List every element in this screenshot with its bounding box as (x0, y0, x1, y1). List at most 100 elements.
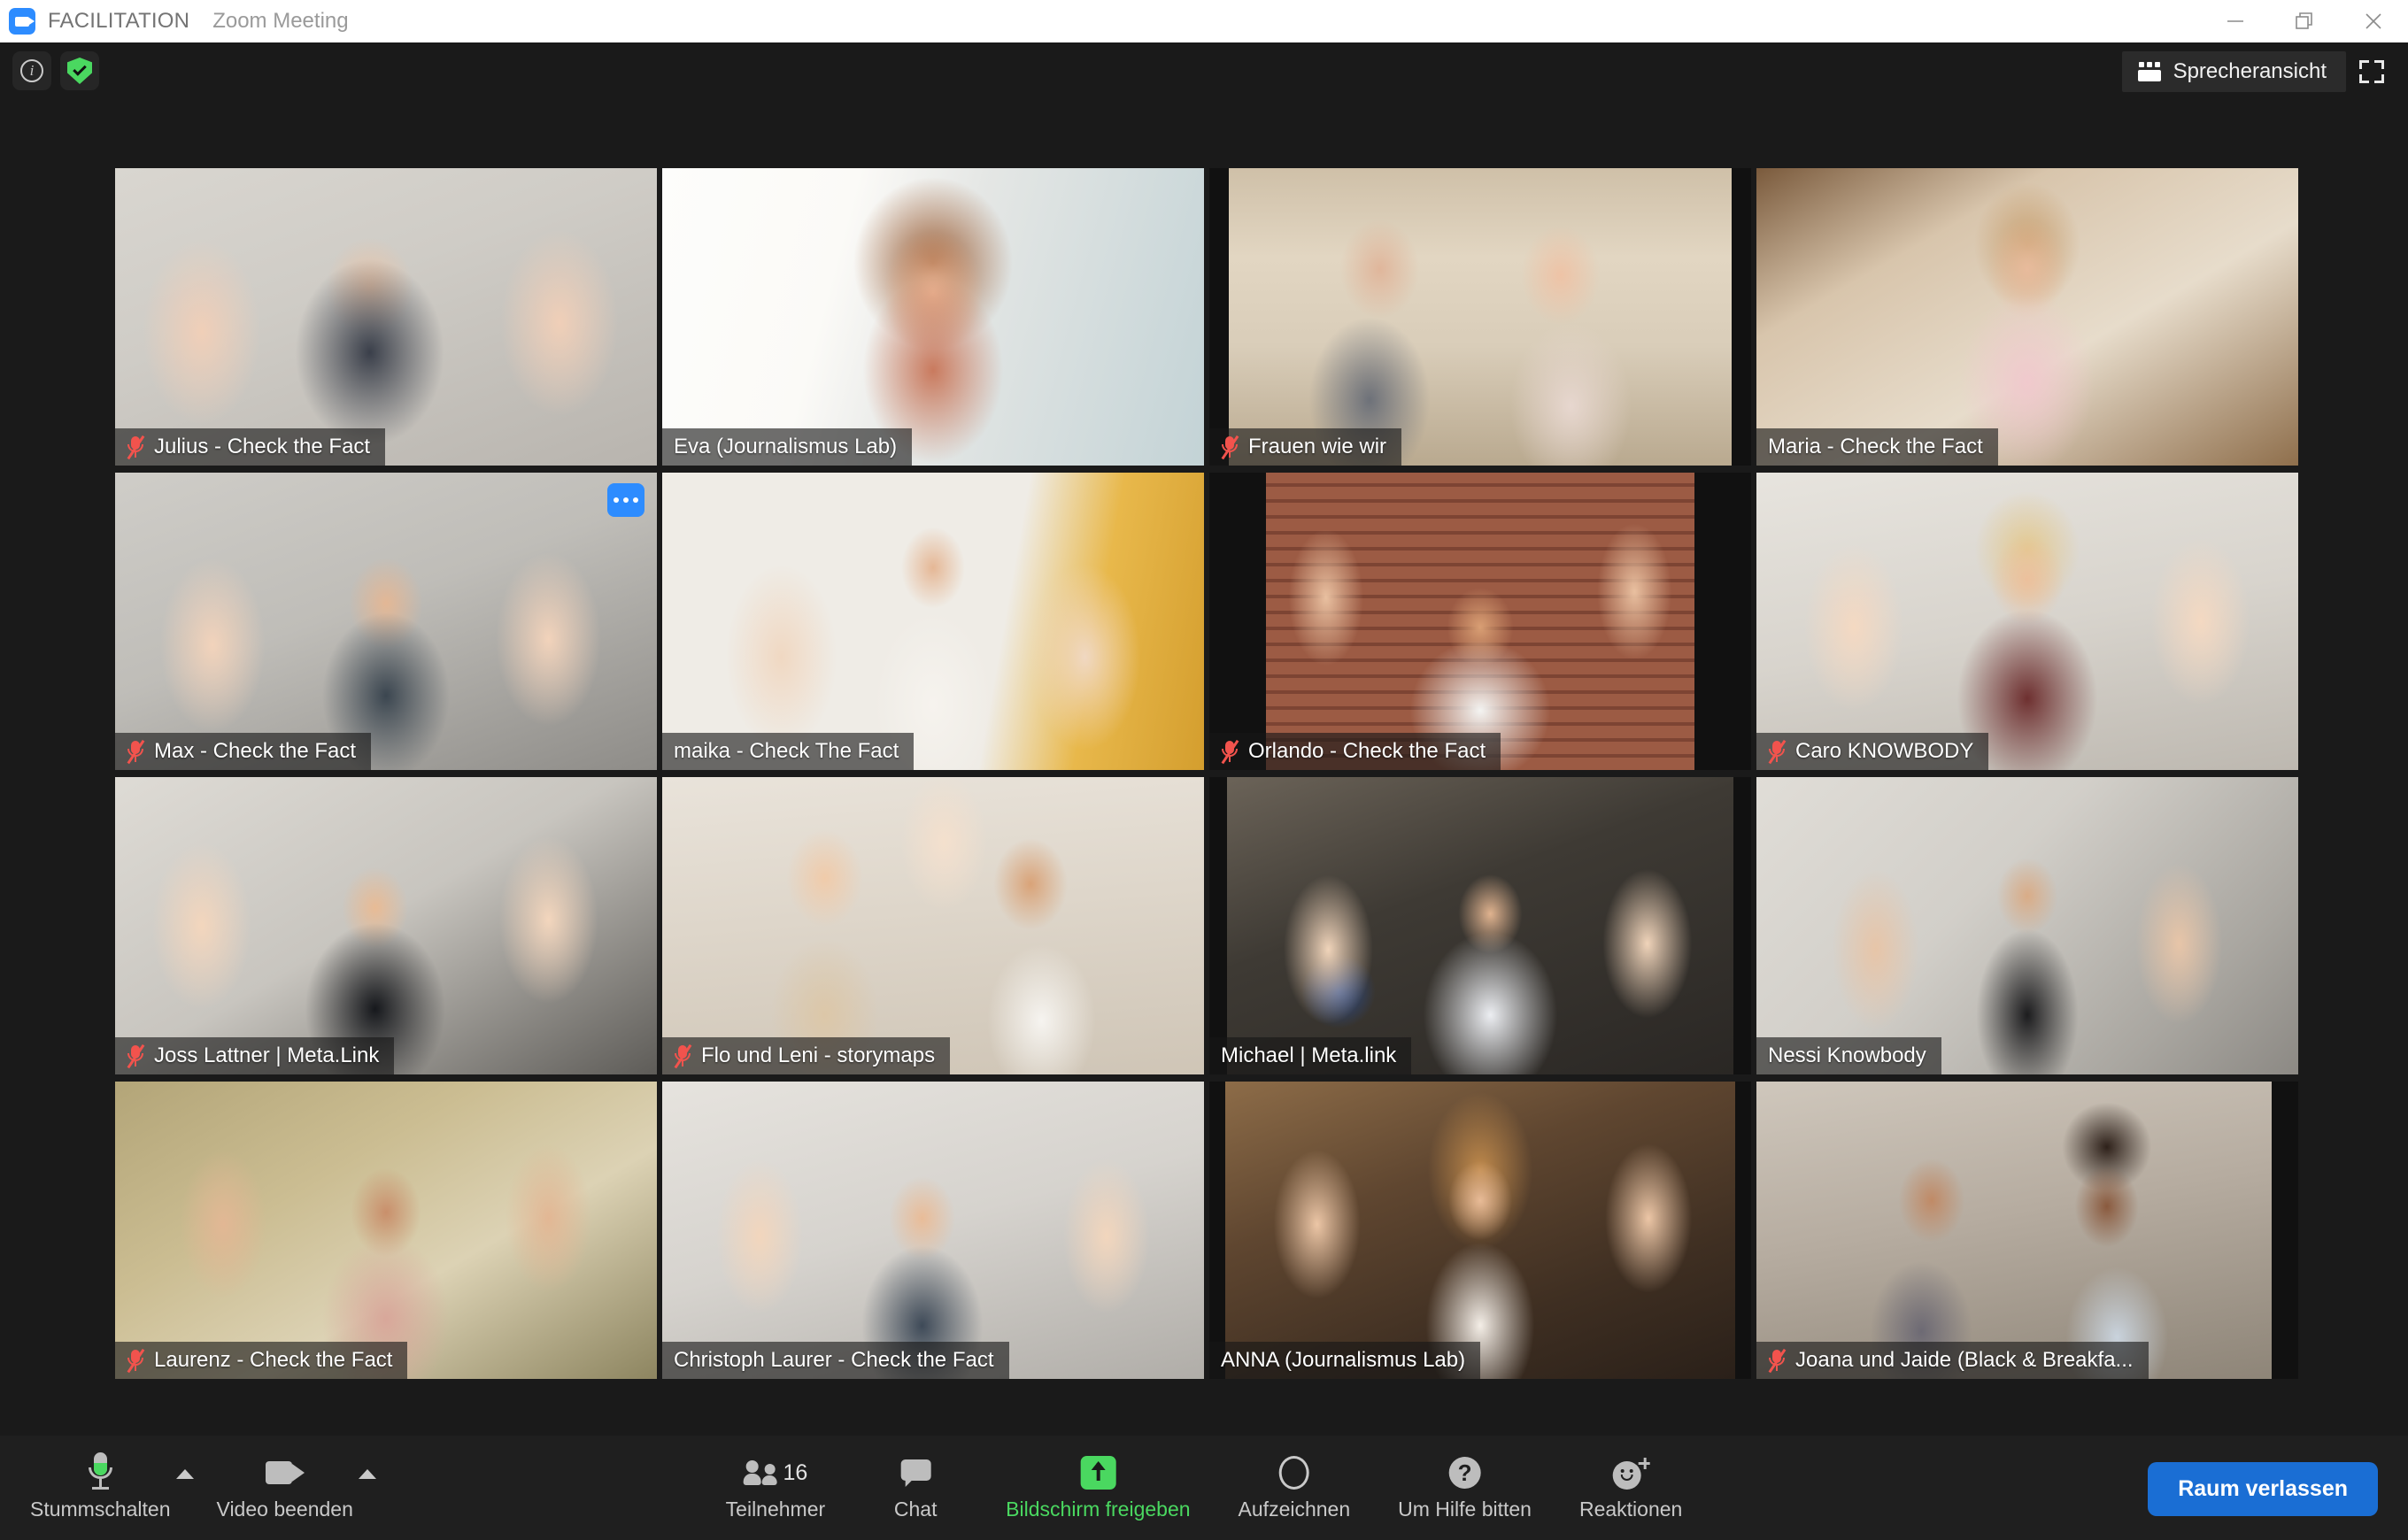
muted-mic-icon (1768, 739, 1787, 764)
share-screen-label: Bildschirm freigeben (1006, 1498, 1191, 1521)
video-tile[interactable]: Christoph Laurer - Check the Fact (662, 1082, 1204, 1379)
window-titlebar: FACILITATION Zoom Meeting (0, 0, 2408, 42)
participant-name: Nessi Knowbody (1768, 1043, 1926, 1067)
participant-grid: Julius - Check the Fact Eva (Journalismu… (115, 168, 2302, 1379)
record-label: Aufzeichnen (1238, 1498, 1351, 1521)
reactions-button[interactable]: Reaktionen (1579, 1450, 1682, 1521)
participant-nameplate: Eva (Journalismus Lab) (662, 428, 913, 466)
meeting-header-right: Sprecheransicht (2121, 51, 2392, 92)
video-tile[interactable]: Joss Lattner | Meta.Link (115, 777, 657, 1074)
app-name: FACILITATION (48, 9, 190, 33)
video-feed (1756, 473, 2298, 770)
participant-nameplate: Joss Lattner | Meta.Link (115, 1037, 395, 1074)
fullscreen-button[interactable] (2351, 51, 2392, 92)
participant-nameplate: Orlando - Check the Fact (1209, 733, 1501, 770)
video-tile[interactable]: Maria - Check the Fact (1756, 168, 2298, 466)
zoom-camera-icon (9, 8, 35, 35)
help-label: Um Hilfe bitten (1398, 1498, 1532, 1521)
meeting-header-left: i (12, 51, 99, 90)
smiley-plus-icon (1613, 1456, 1651, 1490)
video-tile[interactable]: Frauen wie wir (1209, 168, 1751, 466)
share-screen-button[interactable]: Bildschirm freigeben (1006, 1450, 1191, 1521)
video-feed (115, 777, 657, 1074)
stop-video-button[interactable]: Video beenden (217, 1450, 353, 1521)
record-circle-icon (1278, 1456, 1309, 1490)
muted-mic-icon (674, 1043, 692, 1068)
info-icon: i (20, 59, 43, 82)
participant-name: maika - Check The Fact (674, 739, 899, 763)
people-icon (743, 1460, 777, 1485)
ask-for-help-button[interactable]: ? Um Hilfe bitten (1398, 1450, 1532, 1521)
meeting-toolbar: Stummschalten Video beenden 16 Teilnehme… (0, 1436, 2408, 1540)
participant-name: Max - Check the Fact (154, 739, 357, 763)
video-stage: Julius - Check the Fact Eva (Journalismu… (0, 97, 2408, 1436)
fullscreen-icon (2359, 60, 2384, 83)
mute-label: Stummschalten (30, 1498, 171, 1521)
muted-mic-icon (127, 1348, 145, 1373)
participant-name: Joana und Jaide (Black & Breakfa... (1795, 1348, 2134, 1372)
audio-options-chevron-up-icon[interactable] (175, 1469, 194, 1479)
minimize-icon[interactable] (2201, 0, 2270, 42)
participant-nameplate: Joana und Jaide (Black & Breakfa... (1756, 1342, 2149, 1379)
leave-meeting-button[interactable]: Raum verlassen (2148, 1462, 2378, 1516)
participant-name: Eva (Journalismus Lab) (674, 435, 898, 458)
participant-nameplate: Caro KNOWBODY (1756, 733, 1989, 770)
toolbar-right-group: Raum verlassen (2148, 1462, 2378, 1516)
meeting-label: Zoom Meeting (212, 9, 349, 33)
mute-button[interactable]: Stummschalten (30, 1450, 171, 1521)
video-tile[interactable]: maika - Check The Fact (662, 473, 1204, 770)
grid-view-icon (2137, 62, 2161, 81)
participants-label: Teilnehmer (725, 1498, 826, 1521)
video-tile[interactable]: Julius - Check the Fact (115, 168, 657, 466)
participant-nameplate: Julius - Check the Fact (115, 428, 386, 466)
video-tile[interactable]: Laurenz - Check the Fact (115, 1082, 657, 1379)
video-feed (1229, 168, 1732, 466)
chat-bubble-icon (900, 1459, 931, 1487)
participant-nameplate: Frauen wie wir (1209, 428, 1402, 466)
video-feed (1756, 1082, 2272, 1379)
video-tile[interactable]: Orlando - Check the Fact (1209, 473, 1751, 770)
reactions-label: Reaktionen (1578, 1498, 1683, 1521)
share-screen-icon (1080, 1456, 1116, 1490)
window-controls (2201, 0, 2408, 42)
mute-control-group: Stummschalten (30, 1450, 194, 1521)
video-tile[interactable]: Nessi Knowbody (1756, 777, 2298, 1074)
video-tile[interactable]: Michael | Meta.link (1209, 777, 1751, 1074)
video-feed (115, 473, 657, 770)
speaker-view-label: Sprecheransicht (2173, 59, 2327, 83)
participants-button[interactable]: 16 Teilnehmer (726, 1450, 826, 1521)
video-feed (115, 1082, 657, 1379)
video-feed (1756, 777, 2298, 1074)
video-feed (1756, 168, 2298, 466)
speaker-view-button[interactable]: Sprecheransicht (2121, 51, 2346, 92)
participant-nameplate: Michael | Meta.link (1209, 1037, 1412, 1074)
participant-name: Frauen wie wir (1248, 435, 1387, 458)
question-mark-icon: ? (1448, 1457, 1481, 1489)
chat-button[interactable]: Chat (873, 1450, 958, 1521)
video-feed (662, 168, 1204, 466)
meeting-info-button[interactable]: i (12, 51, 51, 90)
video-tile[interactable]: ANNA (Journalismus Lab) (1209, 1082, 1751, 1379)
video-tile[interactable]: Flo und Leni - storymaps (662, 777, 1204, 1074)
video-tile-active-speaker[interactable]: Eva (Journalismus Lab) (662, 168, 1204, 466)
participant-nameplate: Laurenz - Check the Fact (115, 1342, 408, 1379)
participant-nameplate: maika - Check The Fact (662, 733, 915, 770)
muted-mic-icon (1221, 739, 1239, 764)
video-tile[interactable]: Max - Check the Fact (115, 473, 657, 770)
video-tile[interactable]: Joana und Jaide (Black & Breakfa... (1756, 1082, 2298, 1379)
record-button[interactable]: Aufzeichnen (1238, 1450, 1351, 1521)
muted-mic-icon (1221, 435, 1239, 459)
video-options-chevron-up-icon[interactable] (358, 1469, 376, 1479)
participant-name: Maria - Check the Fact (1768, 435, 1983, 458)
encryption-status-button[interactable] (60, 51, 99, 90)
video-feed (1266, 473, 1694, 770)
microphone-icon (87, 1452, 113, 1493)
toolbar-left-group: Stummschalten Video beenden (30, 1450, 376, 1521)
video-feed (662, 473, 1204, 770)
video-tile[interactable]: Caro KNOWBODY (1756, 473, 2298, 770)
restore-icon[interactable] (2270, 0, 2339, 42)
more-options-button[interactable] (607, 483, 644, 517)
video-feed (115, 168, 657, 466)
participant-nameplate: Max - Check the Fact (115, 733, 372, 770)
close-icon[interactable] (2339, 0, 2408, 42)
